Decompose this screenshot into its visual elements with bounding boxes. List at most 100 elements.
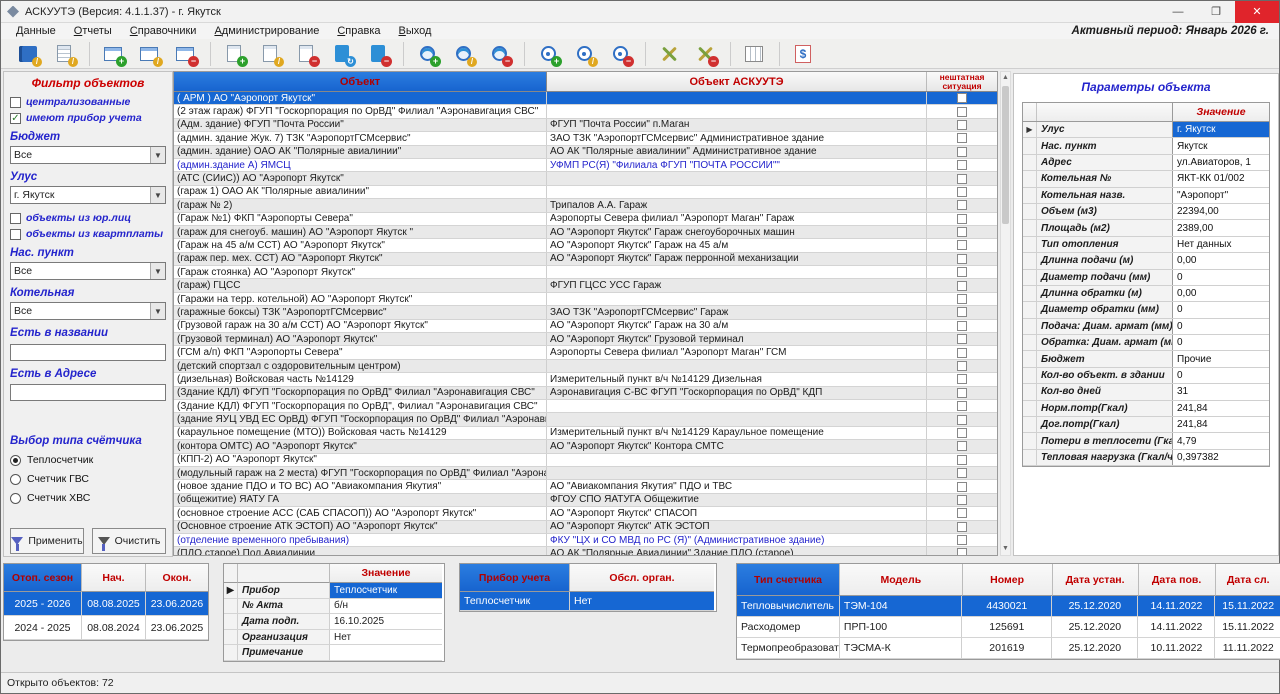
askuute-cell[interactable]: АО "Авиакомпания Якутия" ПДО и ТВС (547, 480, 927, 492)
emergency-checkbox[interactable] (957, 455, 967, 465)
apply-button[interactable]: Применить (10, 528, 84, 554)
table-row[interactable]: (новое здание ПДО и ТО ВС) АО "Авиакомпа… (174, 480, 997, 493)
param-value[interactable]: 0 (1173, 319, 1269, 334)
table-row[interactable]: (гараж для снегоуб. машин) АО "Аэропорт … (174, 226, 997, 239)
param-value[interactable]: Якутск (1173, 138, 1269, 153)
meter-cell[interactable]: 11.11.2022 (1215, 638, 1280, 659)
table-row[interactable]: (Здание КДЛ) ФГУП "Госкорпорация по ОрВД… (174, 387, 997, 400)
param-value[interactable]: 0,397382 (1173, 450, 1269, 465)
ulus-select[interactable]: г. Якутск ▼ (10, 186, 166, 204)
object-cell[interactable]: (гаражные боксы) ТЗК "АэропортГСМсервис" (174, 306, 547, 318)
askuute-cell[interactable]: ФГОУ СПО ЯАТУГА Общежитие (547, 494, 927, 506)
table-row[interactable]: (контора ОМТС) АО "Аэропорт Якутск" АО "… (174, 440, 997, 453)
emergency-checkbox[interactable] (957, 93, 967, 103)
kotel-select[interactable]: Все ▼ (10, 302, 166, 320)
table-row[interactable]: (Гараж на 45 а/м ССТ) АО "Аэропорт Якутс… (174, 239, 997, 252)
param-row[interactable]: Кол-во дней 31 (1023, 384, 1269, 400)
emergency-checkbox[interactable] (957, 254, 967, 264)
menu-item[interactable]: Данные (7, 25, 65, 37)
table-row[interactable]: (Гараж №1) ФКП "Аэропорты Севера" Аэропо… (174, 213, 997, 226)
season-cell[interactable]: 08.08.2025 (82, 592, 146, 616)
meters-col-1[interactable]: Тип счетчика (737, 564, 840, 596)
column-emergency[interactable]: нештатная ситуация (927, 72, 997, 91)
emergency-checkbox[interactable] (957, 495, 967, 505)
emergency-checkbox[interactable] (957, 535, 967, 545)
table-row[interactable]: (Гаражи на терр. котельной) АО "Аэропорт… (174, 293, 997, 306)
askuute-cell[interactable]: ФГУП ГЦСС УСС Гараж (547, 279, 927, 291)
object-cell[interactable]: (детский спортзал с оздоровительным цент… (174, 360, 547, 372)
end-col[interactable]: Окон. (146, 564, 208, 592)
device-param-value[interactable]: Нет (330, 630, 442, 646)
meter-cell[interactable]: 25.12.2020 (1052, 638, 1138, 659)
table-row[interactable]: (админ.здание А) ЯМСЦ УФМП РС(Я) "Филиал… (174, 159, 997, 172)
meter-row[interactable]: ТермопреобразовательТЭСМА-К20161925.12.2… (737, 638, 1280, 659)
meters-col-4[interactable]: Дата устан. (1053, 564, 1139, 596)
param-value[interactable]: 241,84 (1173, 401, 1269, 416)
column-askuute[interactable]: Объект АСКУУТЭ (547, 72, 927, 91)
emergency-checkbox[interactable] (957, 428, 967, 438)
param-value[interactable]: 4,79 (1173, 433, 1269, 448)
askuute-cell[interactable]: АО "Аэропорт Якутск" Грузовой терминал (547, 333, 927, 345)
menu-item[interactable]: Администрирование (205, 25, 328, 37)
meter-type-option[interactable]: Счетчик ГВС (10, 473, 166, 485)
season-cell[interactable]: 2024 - 2025 (4, 616, 82, 640)
device-row[interactable]: ОрганизацияНет (224, 630, 444, 646)
season-cell[interactable]: 23.06.2025 (146, 616, 208, 640)
emergency-checkbox[interactable] (957, 227, 967, 237)
emergency-checkbox[interactable] (957, 508, 967, 518)
askuute-cell[interactable]: УФМП РС(Я) "Филиала ФГУП "ПОЧТА РОССИИ"" (547, 159, 927, 171)
gauge-add-icon[interactable]: + (533, 41, 563, 67)
table-row[interactable]: (дизельная) Войсковая часть №14129 Измер… (174, 373, 997, 386)
table-row[interactable]: (караульное помещение (МТО)) Войсковая ч… (174, 427, 997, 440)
object-cell[interactable]: (Здание КДЛ) ФГУП "Госкорпорация по ОрВД… (174, 387, 547, 399)
emergency-checkbox[interactable] (957, 147, 967, 157)
askuute-cell[interactable] (547, 105, 927, 117)
emergency-checkbox[interactable] (957, 200, 967, 210)
device-param-value[interactable]: 16.10.2025 (330, 614, 442, 630)
object-cell[interactable]: (Здание КДЛ) ФГУП "Госкорпорация по ОрВД… (174, 400, 547, 412)
meter-cell[interactable]: 4430021 (962, 596, 1052, 617)
emergency-checkbox[interactable] (957, 441, 967, 451)
emergency-checkbox[interactable] (957, 294, 967, 304)
object-cell[interactable]: (Грузовой терминал) АО "Аэропорт Якутск" (174, 333, 547, 345)
askuute-cell[interactable]: АО "Аэропорт Якутск" Гараж на 30 а/м (547, 320, 927, 332)
meter-edit-icon[interactable]: / (448, 41, 478, 67)
chevron-down-icon[interactable]: ▼ (150, 303, 165, 319)
table-row[interactable]: (ПДО старое) Пол.Авиалинии АО АК "Полярн… (174, 547, 997, 556)
season-col[interactable]: Отоп. сезон (4, 564, 82, 592)
object-cell[interactable]: (ПДО старое) Пол.Авиалинии (174, 547, 547, 556)
object-cell[interactable]: (Гаражи на терр. котельной) АО "Аэропорт… (174, 293, 547, 305)
meter-type-option[interactable]: Счетчик ХВС (10, 492, 166, 504)
param-row[interactable]: Подача: Диам. армат (мм) 0 (1023, 319, 1269, 335)
askuute-cell[interactable]: Аэропорты Севера филиал "Аэропорт Маган"… (547, 213, 927, 225)
table-row[interactable]: (гараж пер. мех. ССТ) АО "Аэропорт Якутс… (174, 253, 997, 266)
param-value[interactable]: 2389,00 (1173, 220, 1269, 235)
grid-icon[interactable] (739, 41, 769, 67)
askuute-cell[interactable] (547, 172, 927, 184)
addr-filter-input[interactable] (10, 384, 166, 401)
table-row[interactable]: (основное строение АСС (САБ СПАСОП)) АО … (174, 507, 997, 520)
table-row[interactable]: (гараж) ГЦСС ФГУП ГЦСС УСС Гараж (174, 279, 997, 292)
scroll-up-icon[interactable]: ▲ (1001, 72, 1010, 84)
param-value[interactable]: 22394,00 (1173, 204, 1269, 219)
meters-col-2[interactable]: Модель (840, 564, 963, 596)
askuute-cell[interactable]: АО АК "Полярные авиалинии" Административ… (547, 146, 927, 158)
object-cell[interactable]: (здание ЯУЦ УВД ЕС ОрВД) ФГУП "Госкорпор… (174, 413, 547, 425)
season-cell[interactable]: 23.06.2026 (146, 592, 208, 616)
emergency-checkbox[interactable] (957, 160, 967, 170)
emergency-checkbox[interactable] (957, 120, 967, 130)
season-row[interactable]: 2024 - 202508.08.202423.06.2025 (4, 616, 208, 640)
emergency-checkbox[interactable] (957, 107, 967, 117)
table-row[interactable]: (Гараж стоянка) АО "Аэропорт Якутск" (174, 266, 997, 279)
object-cell[interactable]: (дизельная) Войсковая часть №14129 (174, 373, 547, 385)
askuute-cell[interactable] (547, 467, 927, 479)
meter-cell[interactable]: ТЭМ-104 (840, 596, 962, 617)
object-cell[interactable]: (караульное помещение (МТО)) Войсковая ч… (174, 427, 547, 439)
param-value[interactable]: 0 (1173, 302, 1269, 317)
askuute-cell[interactable] (547, 92, 927, 104)
table-row[interactable]: (Грузовой терминал) АО "Аэропорт Якутск"… (174, 333, 997, 346)
service-row[interactable]: ТеплосчетчикНет (460, 592, 716, 611)
askuute-cell[interactable]: Измерительный пункт в/ч №14129 Караульно… (547, 427, 927, 439)
menu-item[interactable]: Справка (328, 25, 389, 37)
object-cell[interactable]: (модульный гараж на 2 места) ФГУП "Госко… (174, 467, 547, 479)
